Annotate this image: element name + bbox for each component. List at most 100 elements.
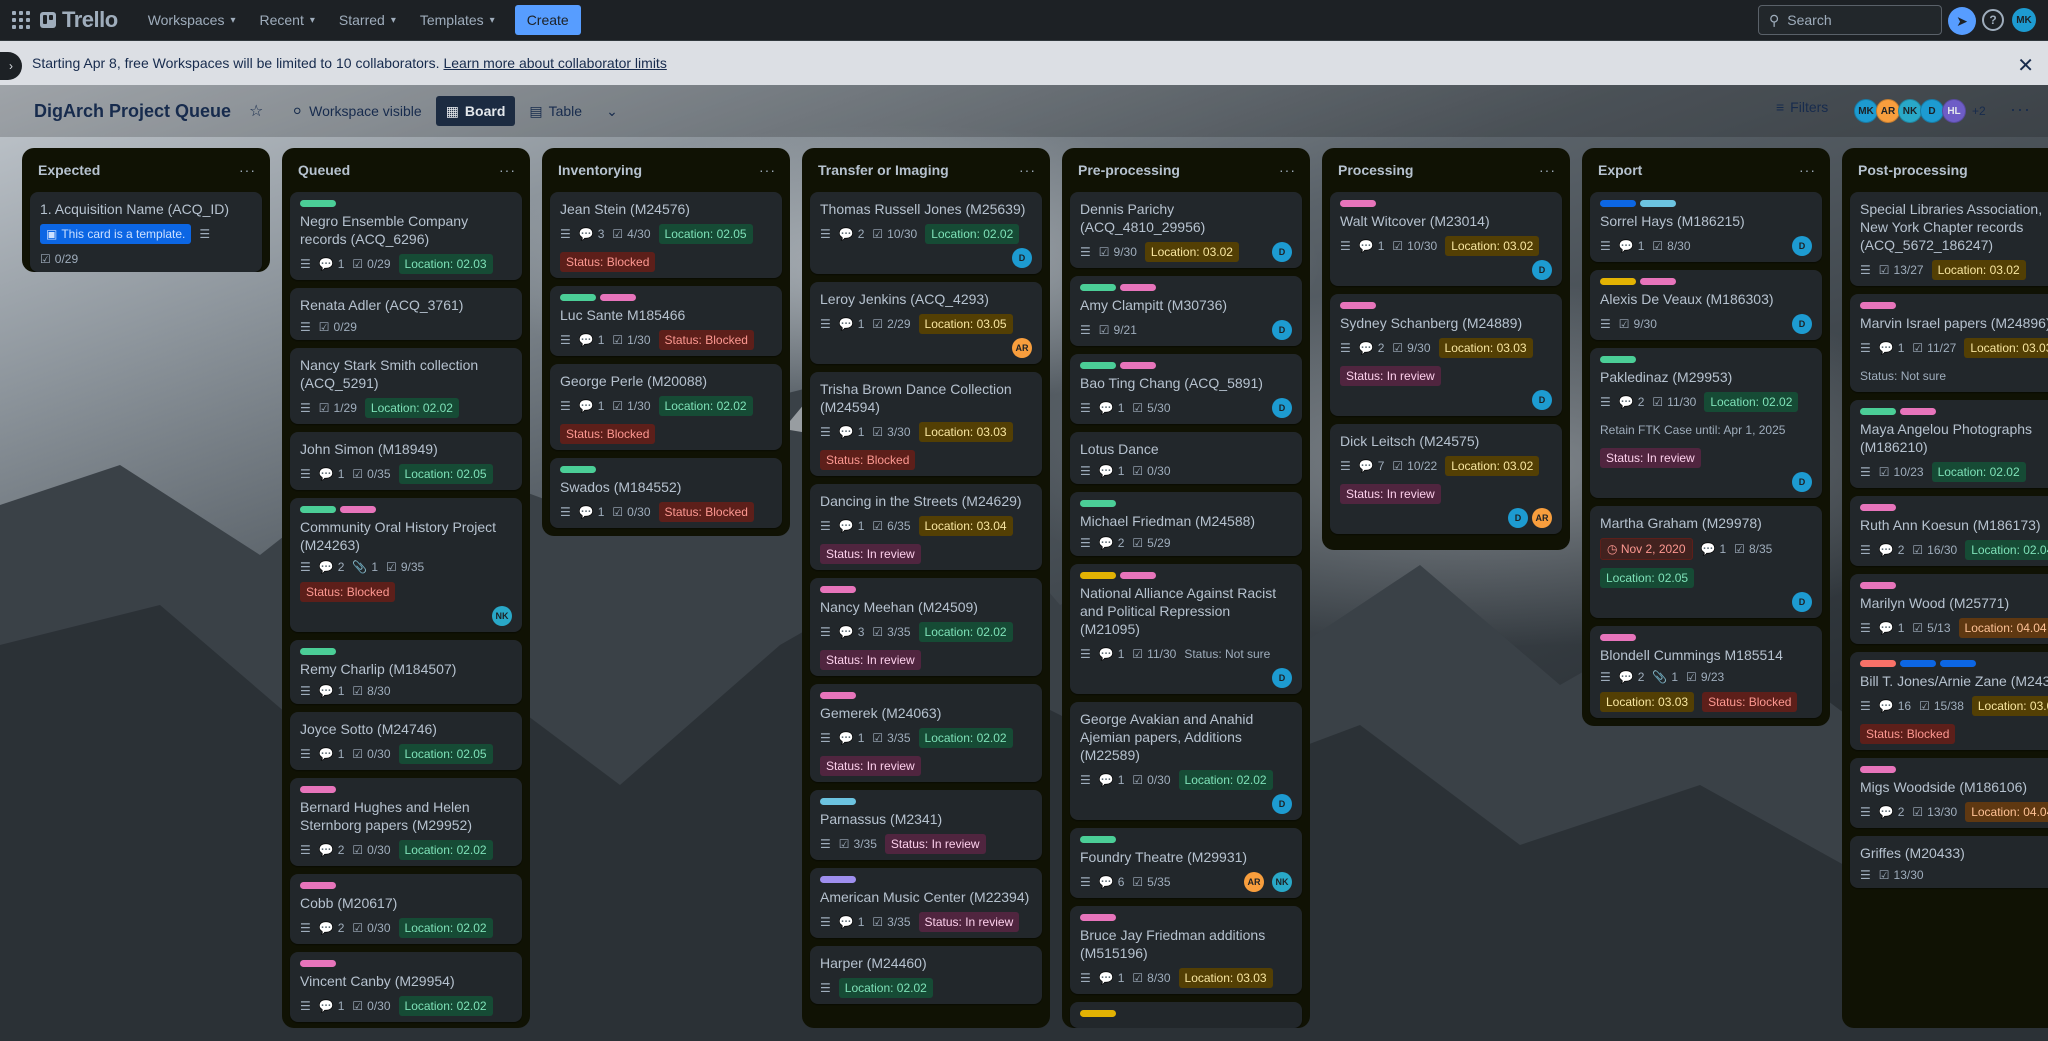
label-pink[interactable] — [1900, 408, 1936, 415]
list-title[interactable]: Pre-processing — [1078, 162, 1180, 178]
board-title[interactable]: DigArch Project Queue — [34, 101, 231, 122]
card[interactable]: Nancy Stark Smith collection (ACQ_5291) ☰… — [290, 348, 522, 424]
card[interactable]: Maya Angelou Photographs (M186210) ☰ ☑ 10/2… — [1850, 400, 2048, 488]
label-pink[interactable] — [1860, 302, 1896, 309]
nav-starred[interactable]: Starred ▾ — [327, 4, 408, 36]
label-pink[interactable] — [1120, 362, 1156, 369]
list-title[interactable]: Queued — [298, 162, 350, 178]
help-icon[interactable]: ? — [1982, 9, 2004, 31]
nav-templates[interactable]: Templates ▾ — [408, 4, 507, 36]
card[interactable]: Amy Clampitt (M30736) ☰ ☑ 9/21 D — [1070, 276, 1302, 346]
card[interactable]: Joyce Sotto (M24746) ☰ 💬 1 ☑ 0/30 Location: 02… — [290, 712, 522, 770]
card[interactable]: Martha Graham (M29978) ◷ Nov 2, 2020 💬 1 ☑ 8/… — [1590, 506, 1822, 618]
card[interactable]: Sorrel Hays (M186215) ☰ 💬 1 ☑ 8/30 D — [1590, 192, 1822, 262]
label-green[interactable] — [300, 648, 336, 655]
list-header[interactable]: Expected ··· — [30, 156, 262, 184]
label-teal[interactable] — [820, 798, 856, 805]
card[interactable]: Nancy Meehan (M24509) ☰ 💬 3 ☑ 3/35 Location: 0… — [810, 578, 1042, 676]
card-member-avatar[interactable]: D — [1532, 260, 1552, 280]
filters-button[interactable]: ≡ Filters — [1776, 99, 1828, 115]
label-pink[interactable] — [300, 882, 336, 889]
card[interactable]: Jean Stein (M24576) ☰ 💬 3 ☑ 4/30 Location: 02.… — [550, 192, 782, 278]
label-pink[interactable] — [1600, 634, 1636, 641]
card[interactable]: Bao Ting Chang (ACQ_5891) ☰ 💬 1 ☑ 5/30 D — [1070, 354, 1302, 424]
card[interactable]: Bruce Jay Friedman additions (M515196) ☰ 💬… — [1070, 906, 1302, 994]
due-date-badge[interactable]: ◷ Nov 2, 2020 — [1600, 538, 1693, 560]
card[interactable]: Bill T. Jones/Arnie Zane (M24320) ☰ 💬16 ☑15… — [1850, 652, 2048, 750]
card-member-avatar[interactable]: D — [1272, 794, 1292, 814]
label-yellow[interactable] — [1600, 278, 1636, 285]
card[interactable]: Dick Leitsch (M24575) ☰ 💬 7 ☑ 10/22 Location: … — [1330, 424, 1562, 534]
star-icon[interactable]: ☆ — [249, 101, 263, 121]
card[interactable]: Swados (M184552) ☰ 💬 1 ☑ 0/30 Status: Blocked — [550, 458, 782, 528]
card[interactable]: National Alliance Against Racist and Pol… — [1070, 564, 1302, 694]
trello-logo[interactable]: Trello — [40, 7, 118, 33]
label-green[interactable] — [560, 294, 596, 301]
card[interactable]: George Avakian and Anahid Ajemian papers… — [1070, 702, 1302, 820]
app-switcher-icon[interactable] — [10, 9, 32, 31]
card[interactable]: Marvin Israel papers (M24896) ☰ 💬 1 ☑ 11/27 Lo… — [1850, 294, 2048, 392]
label-pink[interactable] — [820, 586, 856, 593]
member-avatar[interactable]: MK — [1854, 99, 1878, 123]
card[interactable] — [1070, 1002, 1302, 1028]
card[interactable]: Foundry Theatre (M29931) ☰ 💬 6 ☑ 5/35 AR NK — [1070, 828, 1302, 898]
list-menu-icon[interactable]: ··· — [239, 162, 256, 178]
list-header[interactable]: Inventorying ··· — [550, 156, 782, 184]
nav-workspaces[interactable]: Workspaces ▾ — [136, 4, 248, 36]
label-pink[interactable] — [1080, 914, 1116, 921]
member-avatar[interactable]: HL — [1942, 99, 1966, 123]
list-header[interactable]: Post-processing··· — [1850, 156, 2048, 184]
card[interactable]: George Perle (M20088) ☰ 💬 1 ☑ 1/30 Location: 0… — [550, 364, 782, 450]
card-member-avatar[interactable]: D — [1272, 320, 1292, 340]
label-green[interactable] — [1080, 500, 1116, 507]
label-yellow[interactable] — [1080, 572, 1116, 579]
list-header[interactable]: Transfer or Imaging ··· — [810, 156, 1042, 184]
card-member-avatar[interactable]: AR — [1244, 872, 1264, 892]
card-member-avatar[interactable]: D — [1012, 248, 1032, 268]
card[interactable]: Vincent Canby (M29954) ☰ 💬 1 ☑ 0/30 Location: … — [290, 952, 522, 1022]
label-pink[interactable] — [1340, 302, 1376, 309]
card[interactable]: Griffes (M20433) ☰ ☑ 13/30 — [1850, 836, 2048, 888]
nav-recent[interactable]: Recent ▾ — [248, 4, 327, 36]
card[interactable]: American Music Center (M22394) ☰ 💬 1 ☑ 3/35 St… — [810, 868, 1042, 938]
label-green[interactable] — [1080, 836, 1116, 843]
label-green[interactable] — [1860, 408, 1896, 415]
card-member-avatar[interactable]: D — [1532, 390, 1552, 410]
list-menu-icon[interactable]: ··· — [759, 162, 776, 178]
view-table-button[interactable]: ▤ Table — [519, 96, 592, 126]
label-pink[interactable] — [1340, 200, 1376, 207]
list-header[interactable]: Export ··· — [1590, 156, 1822, 184]
label-pink[interactable] — [1860, 582, 1896, 589]
list-menu-icon[interactable]: ··· — [1019, 162, 1036, 178]
card[interactable]: Community Oral History Project (M24263) ☰… — [290, 498, 522, 632]
account-avatar[interactable]: MK — [2012, 8, 2036, 32]
label-blue[interactable] — [1600, 200, 1636, 207]
card-member-avatar[interactable]: D — [1792, 236, 1812, 256]
card[interactable]: Special Libraries Association, New York … — [1850, 192, 2048, 286]
label-red[interactable] — [1860, 660, 1896, 667]
label-pink[interactable] — [340, 506, 376, 513]
card-member-avatar[interactable]: AR — [1532, 508, 1552, 528]
card[interactable]: Remy Charlip (M184507) ☰ 💬 1 ☑ 8/30 — [290, 640, 522, 704]
label-green[interactable] — [560, 466, 596, 473]
card[interactable]: Sydney Schanberg (M24889) ☰ 💬 2 ☑ 9/30 Locatio… — [1330, 294, 1562, 416]
card[interactable]: Michael Friedman (M24588) ☰ 💬 2 ☑ 5/29 — [1070, 492, 1302, 556]
card[interactable]: Thomas Russell Jones (M25639) ☰ 💬 2 ☑ 10/30 Lo… — [810, 192, 1042, 274]
card[interactable]: Walt Witcover (M23014) ☰ 💬 1 ☑ 10/30 Location:… — [1330, 192, 1562, 286]
card[interactable]: 1. Acquisition Name (ACQ_ID) ▣ This card i… — [30, 192, 262, 272]
search-input[interactable]: ⚲ Search — [1758, 5, 1942, 35]
card[interactable]: Parnassus (M2341) ☰ ☑ 3/35 Status: In review — [810, 790, 1042, 860]
card[interactable]: Trisha Brown Dance Collection (M24594) ☰ 💬… — [810, 372, 1042, 476]
list-menu-icon[interactable]: ··· — [1539, 162, 1556, 178]
label-pink[interactable] — [820, 692, 856, 699]
card[interactable]: Luc Sante M185466 ☰ 💬 1 ☑ 1/30 Status: Blocked — [550, 286, 782, 356]
close-icon[interactable]: ✕ — [2017, 53, 2034, 78]
list-header[interactable]: Pre-processing ··· — [1070, 156, 1302, 184]
card[interactable]: Renata Adler (ACQ_3761) ☰ ☑ 0/29 — [290, 288, 522, 340]
label-green[interactable] — [300, 200, 336, 207]
card-member-avatar[interactable]: D — [1792, 314, 1812, 334]
label-purple[interactable] — [820, 876, 856, 883]
label-green[interactable] — [1080, 362, 1116, 369]
card[interactable]: Pakledinaz (M29953) ☰ 💬 2 ☑ 11/30 Location: 02… — [1590, 348, 1822, 498]
card[interactable]: Blondell Cummings M185514 ☰ 💬 2 📎 1 ☑ 9/23 Locat… — [1590, 626, 1822, 718]
